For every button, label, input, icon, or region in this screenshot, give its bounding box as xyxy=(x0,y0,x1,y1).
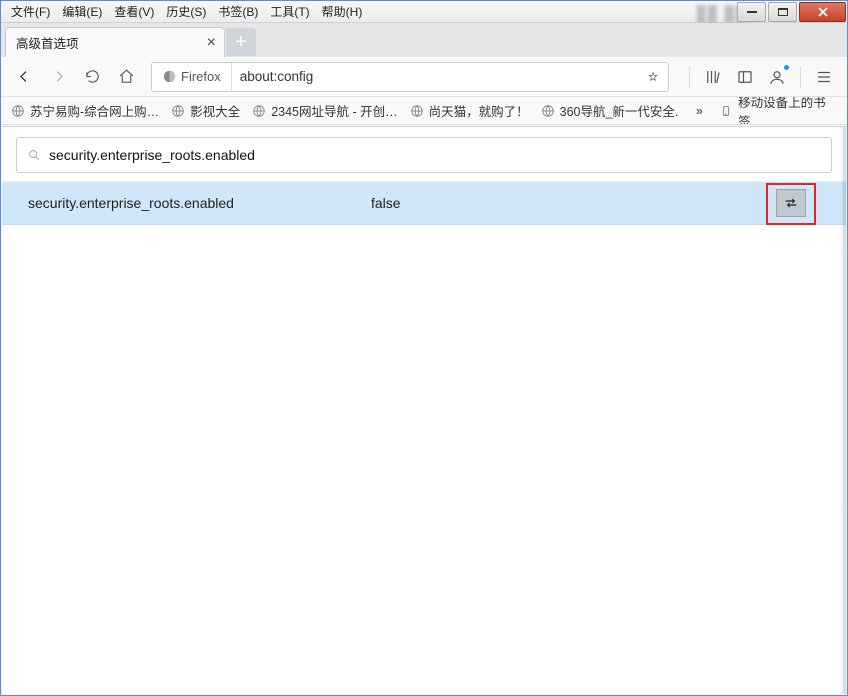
nav-back-button[interactable] xyxy=(9,62,39,92)
globe-icon xyxy=(11,104,25,118)
tab-title: 高级首选项 xyxy=(16,33,79,52)
config-search-input[interactable]: security.enterprise_roots.enabled xyxy=(16,137,832,173)
menu-edit[interactable]: 编辑(E) xyxy=(56,1,108,22)
bookmark-label: 影视大全 xyxy=(190,101,240,120)
tab-strip: 高级首选项 × + xyxy=(1,23,847,57)
bookmark-label: 360导航_新一代安全. xyxy=(560,101,679,120)
globe-icon xyxy=(410,104,424,118)
menu-file[interactable]: 文件(F) xyxy=(5,1,56,22)
bookmark-item[interactable]: 尚天猫，就购了！ xyxy=(410,101,529,120)
pref-value: false xyxy=(371,195,776,211)
menu-history[interactable]: 历史(S) xyxy=(160,1,212,22)
window-minimize-button[interactable] xyxy=(737,2,766,22)
swap-arrows-icon xyxy=(783,196,799,210)
about-config-content: security.enterprise_roots.enabled securi… xyxy=(2,126,846,694)
new-tab-button[interactable]: + xyxy=(226,28,256,56)
pref-name: security.enterprise_roots.enabled xyxy=(16,195,371,211)
identity-label: Firefox xyxy=(181,69,221,84)
menu-view[interactable]: 查看(V) xyxy=(108,1,160,22)
globe-icon xyxy=(252,104,266,118)
bookmark-item[interactable]: 苏宁易购-综合网上购… xyxy=(11,101,159,120)
window-right-edge-shadow xyxy=(840,127,846,694)
nav-home-button[interactable] xyxy=(111,62,141,92)
tab-active[interactable]: 高级首选项 × xyxy=(5,27,225,57)
bookmark-label: 苏宁易购-综合网上购… xyxy=(30,101,159,120)
config-search-value: security.enterprise_roots.enabled xyxy=(49,147,255,163)
window-maximize-button[interactable] xyxy=(768,2,797,22)
bookmark-label: 2345网址导航 - 开创… xyxy=(271,101,397,120)
config-result-row[interactable]: security.enterprise_roots.enabled false xyxy=(2,181,846,225)
globe-icon xyxy=(541,104,555,118)
mobile-icon xyxy=(720,104,732,118)
firefox-logo-icon xyxy=(162,69,177,84)
bookmark-star-button[interactable] xyxy=(638,62,668,92)
identity-box[interactable]: Firefox xyxy=(152,63,232,91)
window-close-button[interactable] xyxy=(799,2,846,22)
menu-bookmarks[interactable]: 书签(B) xyxy=(212,1,264,22)
window-buttons xyxy=(735,2,846,22)
tab-close-icon[interactable]: × xyxy=(207,34,216,52)
menu-help[interactable]: 帮助(H) xyxy=(316,1,369,22)
bookmark-item[interactable]: 360导航_新一代安全. xyxy=(541,101,679,120)
sidebar-button[interactable] xyxy=(730,62,760,92)
nav-forward-button[interactable] xyxy=(43,62,73,92)
library-button[interactable] xyxy=(698,62,728,92)
search-icon xyxy=(27,148,41,162)
pref-toggle-button[interactable] xyxy=(776,189,806,217)
url-bar[interactable]: Firefox about:config xyxy=(151,62,669,92)
bookmarks-overflow-button[interactable]: » xyxy=(690,104,708,118)
mobile-bookmarks-label: 移动设备上的书签 xyxy=(738,97,837,125)
account-button[interactable] xyxy=(762,62,792,92)
menu-tools[interactable]: 工具(T) xyxy=(264,1,315,22)
mobile-bookmarks-item[interactable]: 移动设备上的书签 xyxy=(720,97,837,125)
bookmark-item[interactable]: 2345网址导航 - 开创… xyxy=(252,101,397,120)
bookmark-item[interactable]: 影视大全 xyxy=(171,101,240,120)
navigation-toolbar: Firefox about:config xyxy=(1,57,847,97)
nav-right-icons xyxy=(683,62,839,92)
nav-reload-button[interactable] xyxy=(77,62,107,92)
url-text: about:config xyxy=(232,69,638,84)
bookmark-label: 尚天猫，就购了！ xyxy=(429,101,529,120)
app-menu-button[interactable] xyxy=(809,62,839,92)
globe-icon xyxy=(171,104,185,118)
notification-dot-icon xyxy=(784,65,789,70)
bookmarks-toolbar: 苏宁易购-综合网上购… 影视大全 2345网址导航 - 开创… 尚天猫，就购了！… xyxy=(1,97,847,125)
